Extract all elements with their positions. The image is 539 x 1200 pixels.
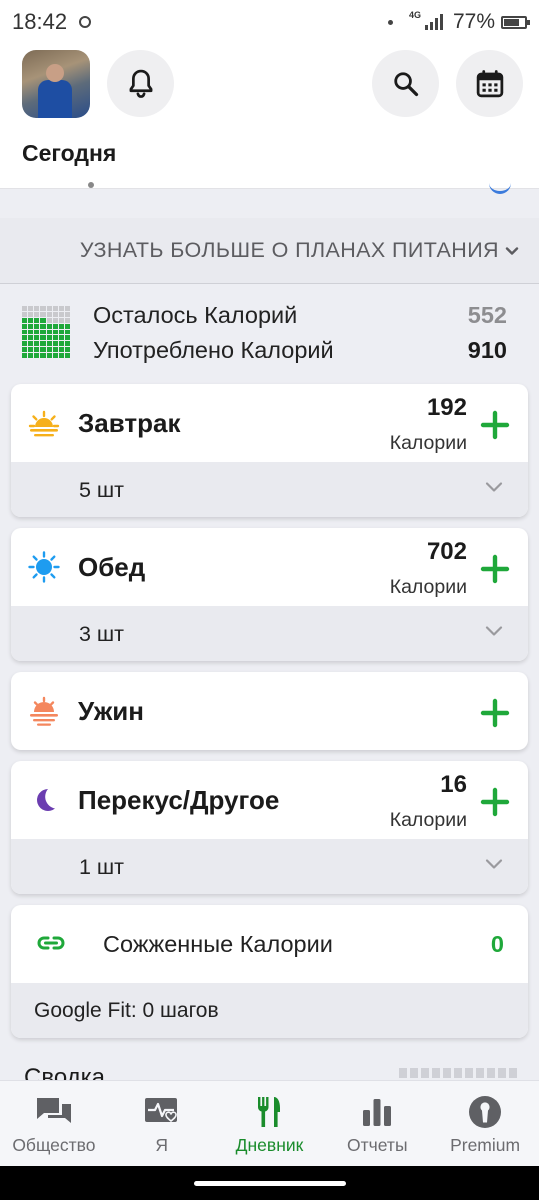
chevron-down-icon <box>485 626 503 636</box>
meal-calories-unit: Калории <box>389 432 467 454</box>
google-fit-row[interactable]: Google Fit: 0 шагов <box>11 983 528 1038</box>
add-food-lunch-button[interactable] <box>480 554 510 584</box>
remaining-calories-value: 552 <box>467 302 507 328</box>
app-header: Сегодня <box>0 44 539 194</box>
add-food-snack-button[interactable] <box>480 787 510 817</box>
bell-icon <box>129 69 152 98</box>
moon-icon <box>37 789 55 811</box>
nav-community[interactable]: Общество <box>0 1081 108 1166</box>
battery-icon <box>501 15 530 29</box>
remaining-calories-label: Осталось Калорий <box>93 302 298 328</box>
meal-card-breakfast[interactable]: Завтрак 192 Калории 5 шт <box>11 384 528 517</box>
notifications-button[interactable] <box>107 50 174 117</box>
network-type: 4G <box>408 10 421 20</box>
meal-item-count: 5 шт <box>79 478 125 502</box>
sun-icon <box>28 551 60 583</box>
meal-calories-unit: Калории <box>389 809 467 831</box>
meal-name: Ужин <box>78 696 144 726</box>
status-indicator-icon <box>79 16 92 28</box>
system-gesture-bar <box>0 1166 539 1200</box>
nav-reports[interactable]: Отчеты <box>323 1081 431 1166</box>
nav-label: Отчеты <box>347 1135 408 1155</box>
meal-card-snack[interactable]: Перекус/Другое 16 Калории 1 шт <box>11 761 528 894</box>
health-icon <box>144 1098 177 1123</box>
status-right: 4G 77% <box>387 10 530 34</box>
bar-chart-icon <box>363 1099 392 1126</box>
premium-icon <box>469 1096 502 1128</box>
summary-section-title: Сводка <box>24 1064 106 1080</box>
scrolled-content-peek <box>88 182 94 188</box>
burned-calories-card[interactable]: Сожженные Калории 0 Google Fit: 0 шагов <box>11 905 528 1038</box>
burned-calories-label: Сожженные Калории <box>103 931 333 957</box>
meal-calories: 702 <box>426 538 467 565</box>
meal-item-count: 3 шт <box>79 622 125 646</box>
consumed-calories-label: Употреблено Калорий <box>93 337 334 363</box>
signal-icon <box>424 14 443 30</box>
burned-calories-value: 0 <box>490 931 504 957</box>
calorie-grid-icon <box>22 306 70 358</box>
status-time: 18:42 <box>12 9 68 34</box>
cutlery-icon <box>258 1097 281 1127</box>
meal-card-lunch[interactable]: Обед 702 Калории 3 шт <box>11 528 528 661</box>
chat-icon <box>36 1098 71 1123</box>
add-food-breakfast-button[interactable] <box>480 410 510 440</box>
add-food-dinner-button[interactable] <box>480 698 510 728</box>
calorie-summary[interactable]: Осталось Калорий 552 Употреблено Калорий… <box>0 292 539 372</box>
notification-dot-icon <box>387 19 393 25</box>
nav-premium[interactable]: Premium <box>431 1081 539 1166</box>
sunrise-icon <box>28 410 60 437</box>
summary-placeholder <box>399 1068 517 1078</box>
page-title: Сегодня <box>22 140 117 166</box>
nav-label: Общество <box>12 1135 96 1155</box>
chevron-down-icon <box>485 859 503 869</box>
nav-label: Дневник <box>235 1135 304 1155</box>
meal-calories: 192 <box>426 394 467 421</box>
calendar-button[interactable] <box>456 50 523 117</box>
sunset-icon <box>30 696 58 726</box>
chevron-down-icon <box>505 246 519 255</box>
battery-percent: 77% <box>452 10 495 33</box>
meal-card-dinner[interactable]: Ужин <box>11 672 528 750</box>
learn-more-meal-plans-button[interactable]: УЗНАТЬ БОЛЬШЕ О ПЛАНАХ ПИТАНИЯ <box>0 218 539 284</box>
learn-more-label: УЗНАТЬ БОЛЬШЕ О ПЛАНАХ ПИТАНИЯ <box>79 238 499 262</box>
meal-items-expander[interactable]: 5 шт <box>11 462 528 517</box>
meal-calories-unit: Калории <box>389 576 467 598</box>
google-fit-steps: Google Fit: 0 шагов <box>34 999 219 1022</box>
consumed-calories-value: 910 <box>467 337 507 363</box>
meal-item-count: 1 шт <box>79 855 125 879</box>
nav-me[interactable]: Я <box>108 1081 216 1166</box>
scrolled-content-peek-blue <box>489 182 511 194</box>
search-button[interactable] <box>372 50 439 117</box>
nav-label: Я <box>155 1135 169 1155</box>
meal-name: Завтрак <box>78 408 181 438</box>
status-bar: 18:42 4G 77% <box>0 0 539 44</box>
meal-items-expander[interactable]: 1 шт <box>11 839 528 894</box>
chevron-down-icon <box>485 482 503 492</box>
meal-calories: 16 <box>440 771 467 798</box>
nav-label: Premium <box>450 1135 521 1155</box>
link-icon <box>37 936 65 950</box>
home-indicator[interactable] <box>194 1181 346 1186</box>
meal-name: Перекус/Другое <box>78 785 280 815</box>
search-icon <box>393 71 418 96</box>
nav-diary[interactable]: Дневник <box>216 1081 324 1166</box>
meal-name: Обед <box>78 552 146 582</box>
bottom-navigation: Общество Я Дневник Отчеты Premium <box>0 1080 539 1166</box>
meal-items-expander[interactable]: 3 шт <box>11 606 528 661</box>
calendar-icon <box>476 69 503 97</box>
avatar[interactable] <box>22 50 90 118</box>
